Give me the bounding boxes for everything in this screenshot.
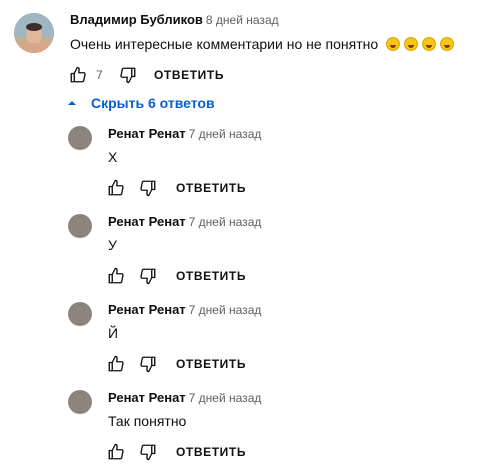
reply-time[interactable]: 7 дней назад [189,303,262,317]
rofl-emoji-icon [422,37,437,51]
reply-actions: ОТВЕТИТЬ [104,264,246,288]
reply-author-name[interactable]: Ренат Ренат [108,302,186,317]
comment-text: Очень интересные комментарии но не понят… [70,36,379,52]
comment-time[interactable]: 8 дней назад [206,13,279,27]
reply-text: У [108,237,117,253]
rofl-emoji-icon [440,37,455,51]
dislike-button[interactable] [116,63,140,87]
dislike-button[interactable] [136,352,160,376]
like-button[interactable] [104,176,128,200]
reply-author-name[interactable]: Ренат Ренат [108,214,186,229]
reply-text: Й [108,325,119,341]
hide-replies-label: Скрыть 6 ответов [91,95,215,111]
reply-text: Так понятно [108,413,187,429]
reply-button[interactable]: ОТВЕТИТЬ [176,445,246,459]
thumbs-up-icon [70,66,86,83]
thumbs-down-icon [140,356,156,373]
dislike-button[interactable] [136,176,160,200]
reply-avatar[interactable] [68,302,92,326]
like-button[interactable] [104,440,128,464]
avatar[interactable] [14,13,54,53]
comment-actions: 7 ОТВЕТИТЬ [66,63,224,87]
avatar-photo [14,13,54,53]
caret-up-icon [68,101,76,105]
reply-author-name[interactable]: Ренат Ренат [108,126,186,141]
thumbs-down-icon [140,180,156,197]
like-button[interactable] [104,352,128,376]
thumbs-down-icon [140,444,156,461]
reply-button[interactable]: ОТВЕТИТЬ [176,357,246,371]
like-button[interactable] [66,63,90,87]
reply-time[interactable]: 7 дней назад [189,127,262,141]
reply-actions: ОТВЕТИТЬ [104,352,246,376]
reply-time[interactable]: 7 дней назад [189,215,262,229]
reply-time[interactable]: 7 дней назад [189,391,262,405]
thumbs-up-icon [108,179,124,196]
reply-button[interactable]: ОТВЕТИТЬ [154,68,224,82]
comment-text-block: Очень интересные комментарии но не понят… [70,36,455,52]
thumbs-down-icon [120,67,136,84]
reply-avatar[interactable] [68,390,92,414]
author-name[interactable]: Владимир Бубликов [70,12,203,27]
rofl-emoji-icon [404,37,419,51]
thumbs-up-icon [108,355,124,372]
reply-actions: ОТВЕТИТЬ [104,176,246,200]
rofl-emoji-icon [386,37,401,51]
reply-author-name[interactable]: Ренат Ренат [108,390,186,405]
dislike-button[interactable] [136,440,160,464]
like-count: 7 [96,68,103,82]
reply-actions: ОТВЕТИТЬ [104,440,246,464]
reply-avatar[interactable] [68,126,92,150]
thumbs-down-icon [140,268,156,285]
reply-header: Ренат Ренат 7 дней назад [108,214,261,229]
comment-header: Владимир Бубликов 8 дней назад [70,12,279,27]
reply-button[interactable]: ОТВЕТИТЬ [176,181,246,195]
reply-text: Х [108,149,118,165]
reply-header: Ренат Ренат 7 дней назад [108,302,261,317]
thumbs-up-icon [108,443,124,460]
hide-replies-toggle[interactable]: Скрыть 6 ответов [67,95,215,111]
reply-header: Ренат Ренат 7 дней назад [108,126,261,141]
thumbs-up-icon [108,267,124,284]
like-button[interactable] [104,264,128,288]
reply-header: Ренат Ренат 7 дней назад [108,390,261,405]
reply-avatar[interactable] [68,214,92,238]
dislike-button[interactable] [136,264,160,288]
reply-button[interactable]: ОТВЕТИТЬ [176,269,246,283]
